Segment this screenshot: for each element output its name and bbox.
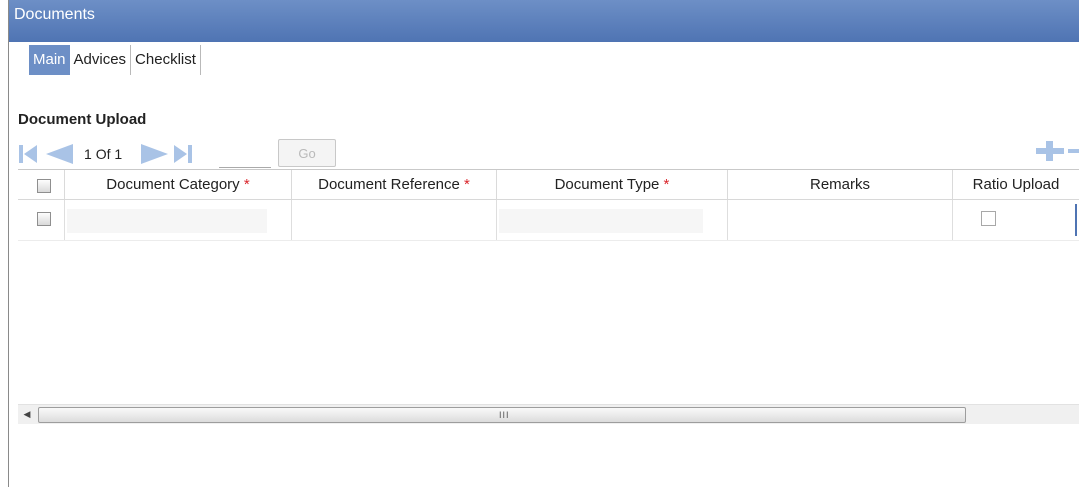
document-upload-grid: Document Category * Document Reference *… xyxy=(18,169,1079,432)
section-title: Document Upload xyxy=(18,111,147,128)
remarks-cell xyxy=(728,200,953,240)
column-header-remarks[interactable]: Remarks xyxy=(728,170,953,199)
table-row xyxy=(18,200,1079,241)
ratio-upload-checkbox[interactable] xyxy=(981,211,996,226)
tab-strip: Main Advices Checklist xyxy=(29,45,201,75)
required-marker: * xyxy=(663,176,670,193)
scrollbar-thumb[interactable]: III xyxy=(38,407,966,423)
row-select-cell xyxy=(18,200,65,240)
tab-main[interactable]: Main xyxy=(29,45,70,75)
next-page-icon[interactable] xyxy=(139,143,171,165)
go-button[interactable]: Go xyxy=(278,139,336,167)
column-header-document-category[interactable]: Document Category * xyxy=(65,170,292,199)
of-label: Of xyxy=(95,146,111,162)
window-left-border xyxy=(8,0,9,487)
document-category-field[interactable] xyxy=(67,209,267,233)
select-all-checkbox[interactable] xyxy=(37,179,51,193)
document-reference-cell xyxy=(292,200,497,240)
horizontal-scrollbar[interactable]: ◀ III xyxy=(18,404,1079,424)
document-category-cell xyxy=(65,200,292,240)
page-indicator: 1 Of 1 xyxy=(84,146,122,162)
select-all-cell xyxy=(18,170,65,199)
document-type-cell xyxy=(497,200,728,240)
required-marker: * xyxy=(464,176,470,193)
total-pages: 1 xyxy=(114,146,123,162)
row-edge-marker xyxy=(1075,204,1077,236)
row-select-checkbox[interactable] xyxy=(37,212,51,226)
delete-row-icon[interactable] xyxy=(1068,149,1079,153)
tab-advices[interactable]: Advices xyxy=(69,45,132,75)
tab-checklist[interactable]: Checklist xyxy=(131,45,201,75)
previous-page-icon[interactable] xyxy=(43,143,75,165)
document-reference-field[interactable] xyxy=(294,209,496,233)
add-row-icon[interactable] xyxy=(1035,139,1065,163)
column-header-ratio-upload[interactable]: Ratio Upload xyxy=(953,170,1079,199)
document-type-field[interactable] xyxy=(499,209,703,233)
current-page: 1 xyxy=(84,146,92,162)
column-header-document-type[interactable]: Document Type * xyxy=(497,170,728,199)
column-header-document-reference[interactable]: Document Reference * xyxy=(292,170,497,199)
first-page-icon[interactable] xyxy=(18,143,38,165)
grid-header: Document Category * Document Reference *… xyxy=(18,170,1079,200)
remarks-field[interactable] xyxy=(730,209,952,233)
scroll-left-icon[interactable]: ◀ xyxy=(20,406,34,423)
required-marker: * xyxy=(243,176,250,193)
window-title-bar: Documents xyxy=(9,0,1079,42)
goto-page-input[interactable] xyxy=(219,145,271,168)
window-title: Documents xyxy=(14,6,95,23)
scrollbar-grip: III xyxy=(499,410,510,420)
last-page-icon[interactable] xyxy=(173,143,193,165)
